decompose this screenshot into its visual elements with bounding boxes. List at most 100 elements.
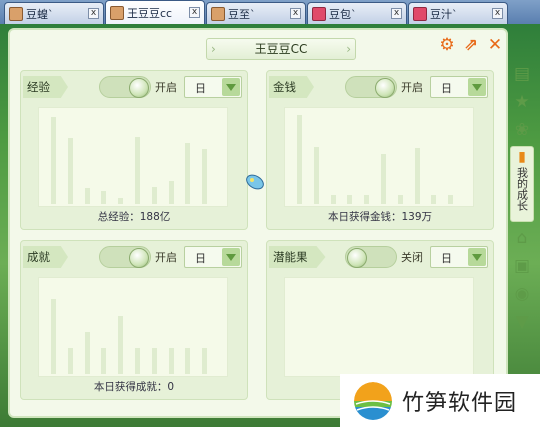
chart-bar bbox=[202, 348, 208, 374]
card-header: 成就 开启 日 bbox=[21, 243, 247, 269]
chart-bar bbox=[381, 154, 386, 204]
star-icon[interactable]: ★ bbox=[510, 90, 534, 114]
period-value: 日 bbox=[195, 252, 206, 265]
chart-bar bbox=[101, 191, 107, 204]
tab-label: 豆至` bbox=[228, 7, 256, 21]
chevron-down-icon bbox=[468, 78, 486, 96]
chart-bar bbox=[185, 143, 191, 204]
close-icon[interactable]: x bbox=[88, 8, 99, 19]
window-title: 王豆豆CC bbox=[206, 38, 356, 60]
period-select[interactable]: 日 bbox=[184, 246, 242, 268]
home-icon[interactable]: ⌂ bbox=[510, 226, 534, 250]
chart-bar bbox=[118, 316, 124, 374]
period-value: 日 bbox=[441, 252, 452, 265]
card-footer: 总经验：188亿 bbox=[97, 211, 171, 223]
card-header: 金钱 开启 日 bbox=[267, 73, 493, 99]
card-footer: 本日获得金钱：139万 bbox=[327, 211, 433, 223]
tab-0[interactable]: 豆蝗` x bbox=[4, 2, 104, 24]
period-select[interactable]: 日 bbox=[184, 76, 242, 98]
period-select[interactable]: 日 bbox=[430, 76, 488, 98]
toggle-switch[interactable] bbox=[345, 76, 397, 98]
avatar bbox=[312, 6, 326, 21]
chart-bar bbox=[51, 117, 56, 204]
chart-bar bbox=[397, 195, 403, 204]
period-select[interactable]: 日 bbox=[430, 246, 488, 268]
storage-box-icon[interactable]: ▣ bbox=[510, 254, 534, 278]
toggle-knob bbox=[347, 248, 367, 268]
chart-bar bbox=[151, 348, 157, 374]
chart-bar bbox=[135, 348, 140, 374]
chart-bar bbox=[431, 195, 437, 204]
tab-label: 王豆豆cc bbox=[127, 6, 173, 20]
sidebar-item-label: 我的成长 bbox=[515, 167, 529, 211]
chat-icon[interactable]: ▤ bbox=[510, 62, 534, 86]
chart-bar bbox=[185, 348, 191, 374]
toggle-knob bbox=[129, 78, 149, 98]
avatar bbox=[110, 5, 124, 20]
tab-label: 豆汁` bbox=[430, 7, 458, 21]
chart-bar bbox=[202, 149, 208, 204]
watermark: 竹笋软件园 bbox=[340, 374, 540, 427]
card-experience: 经验 开启 日 总经验：188亿 bbox=[20, 70, 248, 230]
avatar bbox=[9, 6, 23, 21]
card-money: 金钱 开启 日 本日获得金钱：139万 bbox=[266, 70, 494, 230]
bar-chart bbox=[38, 107, 228, 207]
palette-icon[interactable]: ◉ bbox=[510, 282, 534, 306]
period-value: 日 bbox=[195, 82, 206, 95]
card-header: 潜能果 关闭 日 bbox=[267, 243, 493, 269]
pet-sprite-icon[interactable] bbox=[244, 172, 266, 192]
gear-icon[interactable]: ⚙ bbox=[438, 36, 456, 54]
chart-bar bbox=[101, 348, 107, 374]
chart-bar bbox=[448, 195, 454, 204]
chart-bar bbox=[347, 195, 353, 204]
bar-chart bbox=[284, 107, 474, 207]
toggle-state-label: 开启 bbox=[401, 81, 423, 94]
chart-bar bbox=[84, 332, 90, 374]
chart-bar bbox=[135, 137, 140, 204]
chart-bar bbox=[364, 195, 370, 204]
toggle-knob bbox=[375, 78, 395, 98]
tab-label: 豆蝗` bbox=[26, 7, 54, 21]
chart-bar bbox=[151, 187, 157, 204]
popout-icon[interactable]: ⇗ bbox=[462, 36, 480, 54]
chevron-down-icon bbox=[468, 248, 486, 266]
site-logo-icon bbox=[354, 381, 392, 420]
chart-bar bbox=[297, 115, 302, 204]
shirt-icon[interactable]: ▼ bbox=[510, 310, 534, 334]
tab-label: 豆包` bbox=[329, 7, 357, 21]
card-title: 成就 bbox=[23, 246, 68, 268]
chart-bar bbox=[168, 348, 174, 374]
toggle-switch[interactable] bbox=[99, 76, 151, 98]
tab-bar: 豆蝗` x 王豆豆cc x 豆至` x 豆包` x 豆汁` x bbox=[0, 0, 540, 24]
avatar bbox=[211, 6, 225, 21]
signal-bars-icon: ▮ bbox=[518, 149, 526, 165]
chart-bar bbox=[84, 188, 90, 204]
toggle-state-label: 开启 bbox=[155, 251, 177, 264]
right-sidebar: ▤ ★ ❀ ▮ 我的成长 ⌂ ▣ ◉ ▼ bbox=[510, 62, 536, 392]
chart-bar bbox=[330, 195, 336, 204]
tab-4[interactable]: 豆汁` x bbox=[408, 2, 508, 24]
close-icon[interactable]: x bbox=[290, 8, 301, 19]
chart-bar bbox=[313, 147, 319, 204]
close-icon[interactable]: x bbox=[391, 8, 402, 19]
toggle-switch[interactable] bbox=[99, 246, 151, 268]
chart-bar bbox=[67, 348, 73, 374]
tab-1[interactable]: 王豆豆cc x bbox=[105, 0, 205, 24]
close-icon[interactable]: x bbox=[189, 7, 200, 18]
chart-bar bbox=[67, 138, 73, 204]
tab-3[interactable]: 豆包` x bbox=[307, 2, 407, 24]
chart-bar bbox=[414, 148, 420, 204]
close-icon[interactable]: x bbox=[492, 8, 503, 19]
paw-icon[interactable]: ❀ bbox=[510, 118, 534, 142]
toggle-state-label: 开启 bbox=[155, 81, 177, 94]
panel-controls: ⚙ ⇗ ✕ bbox=[438, 36, 504, 54]
card-header: 经验 开启 日 bbox=[21, 73, 247, 99]
card-footer: 本日获得成就：0 bbox=[93, 381, 175, 393]
chevron-down-icon bbox=[222, 78, 240, 96]
watermark-text: 竹笋软件园 bbox=[402, 390, 518, 416]
period-value: 日 bbox=[441, 82, 452, 95]
toggle-switch[interactable] bbox=[345, 246, 397, 268]
sidebar-item-my-growth[interactable]: ▮ 我的成长 bbox=[510, 146, 534, 222]
close-icon[interactable]: ✕ bbox=[486, 36, 504, 54]
tab-2[interactable]: 豆至` x bbox=[206, 2, 306, 24]
